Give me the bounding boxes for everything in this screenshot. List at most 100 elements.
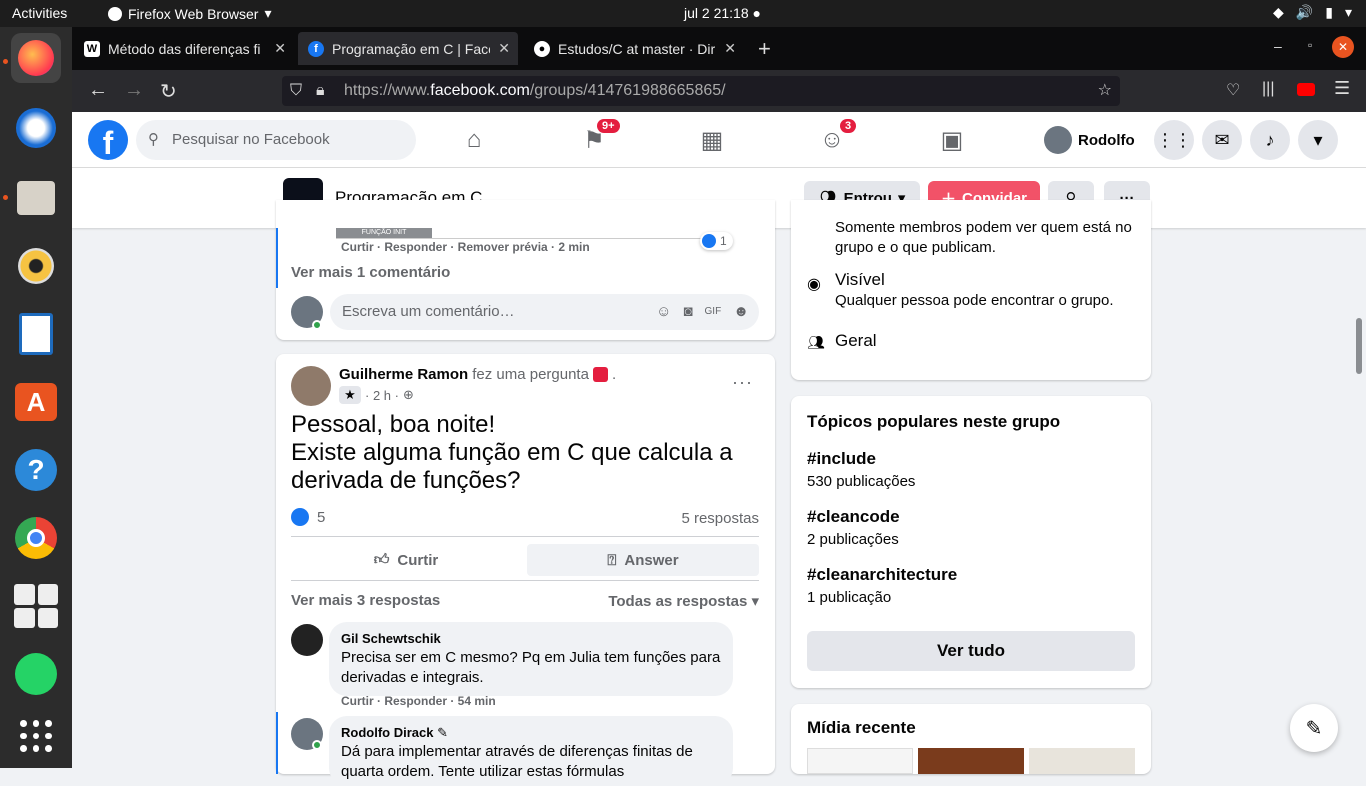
like-summary[interactable]: 5 (291, 508, 325, 526)
reaction-count[interactable]: 1 (700, 232, 733, 250)
url-bar[interactable]: ⛉ 🔒︎ https://www.facebook.com/groups/414… (282, 76, 1120, 106)
clock[interactable]: jul 2 21:18 ● (684, 5, 761, 21)
rhythmbox-launcher-icon[interactable] (11, 241, 61, 291)
youtube-extension-icon[interactable] (1297, 83, 1315, 96)
topic-item[interactable]: #cleanarchitecture 1 publicação (807, 565, 957, 606)
media-thumbnail[interactable] (918, 748, 1024, 774)
chrome-launcher-icon[interactable] (11, 513, 61, 563)
gif-icon[interactable]: GIF (705, 294, 722, 330)
badge-star-icon[interactable]: ★ (339, 386, 361, 404)
caret-down-icon: ▾ (264, 5, 272, 21)
avatar[interactable] (291, 624, 323, 656)
answers-count[interactable]: 5 respostas (681, 510, 759, 527)
watch-badge: 9+ (597, 119, 620, 133)
running-indicator (3, 195, 8, 200)
answer-filter[interactable]: Todas as respostas ▾ (608, 592, 759, 610)
software-launcher-icon[interactable]: A (11, 377, 61, 427)
minimize-button[interactable]: – (1274, 38, 1282, 54)
post-line: Pessoal, boa noite! (291, 411, 496, 438)
avatar[interactable] (291, 366, 331, 406)
like-count: 5 (317, 508, 326, 526)
maximize-button[interactable]: ▫ (1308, 38, 1312, 52)
privacy-desc: grupo e o que publicam. (835, 239, 996, 256)
search-icon: ⚲ (148, 131, 159, 148)
files-launcher-icon[interactable] (11, 173, 61, 223)
new-message-button[interactable]: ✎ (1290, 704, 1338, 752)
bookmark-star-icon[interactable]: ☆ (1098, 76, 1112, 106)
volume-icon: 🔊 (1295, 4, 1314, 20)
close-icon[interactable]: ✕ (498, 40, 510, 57)
question-icon (592, 367, 608, 382)
audience-globe-icon[interactable]: ⊕ (403, 387, 414, 403)
author-name[interactable]: Guilherme Ramon (339, 366, 468, 383)
camera-icon[interactable]: ◙ (683, 294, 692, 330)
divider (291, 536, 759, 537)
pocket-icon[interactable]: ♡ (1226, 80, 1240, 100)
reaction-number: 1 (720, 234, 727, 248)
search-input[interactable]: ⚲ Pesquisar no Facebook (136, 120, 416, 160)
help-launcher-icon[interactable]: ? (11, 445, 61, 495)
media-thumbnail[interactable] (807, 748, 913, 774)
home-icon[interactable]: ⌂ (454, 122, 494, 158)
system-tray[interactable]: ◆ 🔊 ▮ ▾ (1273, 4, 1352, 21)
comment-actions[interactable]: Curtir · Responder · 54 min (341, 694, 496, 708)
commenter-name[interactable]: Rodolfo Dirack (341, 725, 433, 740)
app-menu[interactable]: Firefox Web Browser ▾ (108, 5, 271, 22)
forward-icon[interactable]: → (124, 79, 144, 102)
post-time[interactable]: · 2 h · (365, 388, 399, 403)
thumbs-up-icon: 👍︎ (373, 551, 390, 568)
close-icon[interactable]: ✕ (274, 40, 286, 57)
tab-wikipedia[interactable]: W Método das diferenças fi ✕ (74, 32, 294, 65)
gaming-icon[interactable]: ▣ (932, 122, 972, 158)
notifications-icon[interactable]: ♪ (1250, 120, 1290, 160)
divider (291, 580, 759, 581)
marketplace-icon[interactable]: ▦ (692, 122, 732, 158)
answer-button[interactable]: ⍰ Answer (527, 544, 759, 576)
back-icon[interactable]: ← (88, 79, 108, 102)
people-icon: 👥︎ (807, 334, 825, 350)
divider (336, 238, 732, 239)
see-all-button[interactable]: Ver tudo (807, 631, 1135, 671)
emoji-icon[interactable]: ☺ (656, 294, 671, 330)
activities-button[interactable]: Activities (12, 5, 67, 21)
menu-icon[interactable]: ☰ (1334, 78, 1350, 99)
post-options-icon[interactable]: ··· (732, 372, 753, 393)
more-comments-link[interactable]: Ver mais 1 comentário (291, 264, 450, 281)
close-window-button[interactable]: ✕ (1332, 36, 1354, 58)
firefox-launcher-icon[interactable] (11, 33, 61, 83)
topic-item[interactable]: #cleancode 2 publicações (807, 507, 900, 548)
profile-link[interactable]: Rodolfo (1044, 126, 1135, 154)
library-icon[interactable]: ||| (1262, 80, 1274, 98)
whatsapp-launcher-icon[interactable] (11, 649, 61, 699)
comment-placeholder: Escreva um comentário… (342, 303, 515, 320)
more-answers-link[interactable]: Ver mais 3 respostas (291, 592, 440, 609)
topic-item[interactable]: #include 530 publicações (807, 449, 915, 490)
like-button[interactable]: 👍︎ Curtir (291, 544, 521, 576)
comment-input[interactable]: Escreva um comentário… ☺ ◙ GIF ☻ (330, 294, 759, 330)
thunderbird-launcher-icon[interactable] (11, 103, 61, 153)
online-indicator (312, 320, 322, 330)
messenger-icon[interactable]: ✉ (1202, 120, 1242, 160)
tab-facebook[interactable]: f Programação em C | Face ✕ (298, 32, 518, 65)
tab-github[interactable]: ● Estudos/C at master · Dir ✕ (524, 32, 744, 65)
close-icon[interactable]: ✕ (724, 40, 736, 57)
commenter-name[interactable]: Gil Schewtschik (341, 630, 721, 648)
keyboard-launcher-icon[interactable] (11, 581, 61, 631)
new-tab-button[interactable]: + (758, 36, 771, 62)
facebook-logo-icon[interactable]: f (88, 120, 128, 161)
reload-icon[interactable]: ↻ (160, 79, 177, 104)
writer-launcher-icon[interactable] (11, 309, 61, 359)
media-thumbnail[interactable] (1029, 748, 1135, 774)
menu-grid-icon[interactable]: ⋮⋮ (1154, 120, 1194, 160)
comment-actions[interactable]: Curtir · Responder · Remover prévia · 2 … (341, 240, 590, 254)
app-grid-icon[interactable] (11, 711, 61, 761)
caret-down-icon: ▾ (751, 593, 759, 610)
link-preview-image[interactable]: FUNÇÃO INIT (336, 228, 432, 238)
url-prefix: https://www. (344, 82, 431, 99)
account-caret-icon[interactable]: ▾ (1298, 120, 1338, 160)
shield-icon[interactable]: ⛉ (290, 76, 302, 106)
sticker-icon[interactable]: ☻ (733, 294, 749, 330)
page-scrollbar[interactable] (1356, 318, 1362, 374)
tab-title: Programação em C | Face (332, 40, 491, 57)
lock-icon[interactable]: 🔒︎ (316, 76, 325, 106)
